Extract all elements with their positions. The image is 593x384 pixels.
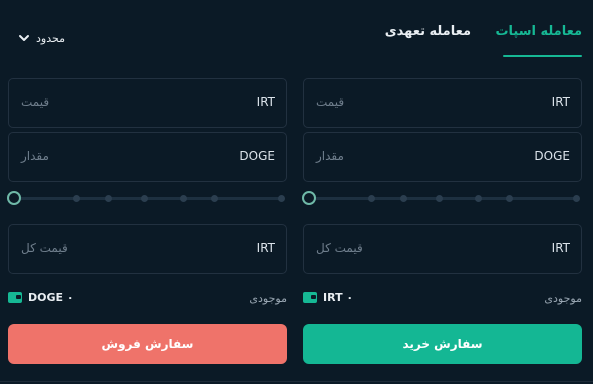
buy-order-button[interactable]: سفارش خرید — [303, 324, 582, 364]
order-type-dropdown[interactable]: محدود — [18, 30, 65, 46]
balance-value-wrap: DOGE ۰ — [8, 291, 74, 304]
slider-tick[interactable] — [573, 195, 580, 202]
slider-tick[interactable] — [506, 195, 513, 202]
sell-price-unit: IRT — [256, 95, 275, 109]
active-tab-indicator — [503, 55, 582, 57]
sell-balance: موجودی DOGE ۰ — [8, 291, 287, 307]
balance-value: IRT ۰ — [323, 291, 354, 304]
wallet-icon — [303, 292, 317, 303]
sell-price-input[interactable]: IRT قیمت — [8, 78, 287, 128]
buy-balance: موجودی IRT ۰ — [303, 291, 582, 307]
buy-amount-placeholder: مقدار — [316, 149, 344, 163]
sell-total-input[interactable]: IRT قیمت کل — [8, 224, 287, 274]
slider-handle[interactable] — [302, 191, 316, 205]
sell-amount-input[interactable]: DOGE مقدار — [8, 132, 287, 182]
slider-tick[interactable] — [400, 195, 407, 202]
sell-amount-unit: DOGE — [239, 149, 275, 163]
buy-price-placeholder: قیمت — [316, 95, 345, 109]
slider-tick[interactable] — [475, 195, 482, 202]
buy-price-input[interactable]: IRT قیمت — [303, 78, 582, 128]
slider-tick[interactable] — [436, 195, 443, 202]
slider-tick[interactable] — [211, 195, 218, 202]
sell-price-placeholder: قیمت — [21, 95, 50, 109]
slider-tick[interactable] — [180, 195, 187, 202]
balance-label: موجودی — [544, 292, 582, 305]
slider-tick[interactable] — [141, 195, 148, 202]
balance-value: DOGE ۰ — [28, 291, 74, 304]
wallet-icon — [8, 292, 22, 303]
buy-amount-unit: DOGE — [534, 149, 570, 163]
buy-total-unit: IRT — [551, 241, 570, 255]
slider-tick[interactable] — [368, 195, 375, 202]
order-type-label: محدود — [36, 31, 65, 45]
slider-handle[interactable] — [7, 191, 21, 205]
tab-futures[interactable]: معامله تعهدی — [385, 24, 471, 46]
sell-total-placeholder: قیمت کل — [21, 241, 68, 255]
balance-label: موجودی — [249, 292, 287, 305]
sell-order-button[interactable]: سفارش فروش — [8, 324, 287, 364]
buy-price-unit: IRT — [551, 95, 570, 109]
slider-tick[interactable] — [105, 195, 112, 202]
trade-header: معامله اسپات معامله تعهدی محدود — [0, 0, 593, 60]
sell-amount-placeholder: مقدار — [21, 149, 49, 163]
chevron-down-icon — [19, 35, 29, 41]
buy-total-input[interactable]: IRT قیمت کل — [303, 224, 582, 274]
balance-value-wrap: IRT ۰ — [303, 291, 353, 304]
sell-total-unit: IRT — [256, 241, 275, 255]
buy-amount-input[interactable]: DOGE مقدار — [303, 132, 582, 182]
tab-spot[interactable]: معامله اسپات — [495, 24, 582, 46]
buy-total-placeholder: قیمت کل — [316, 241, 363, 255]
slider-tick[interactable] — [278, 195, 285, 202]
slider-tick[interactable] — [73, 195, 80, 202]
